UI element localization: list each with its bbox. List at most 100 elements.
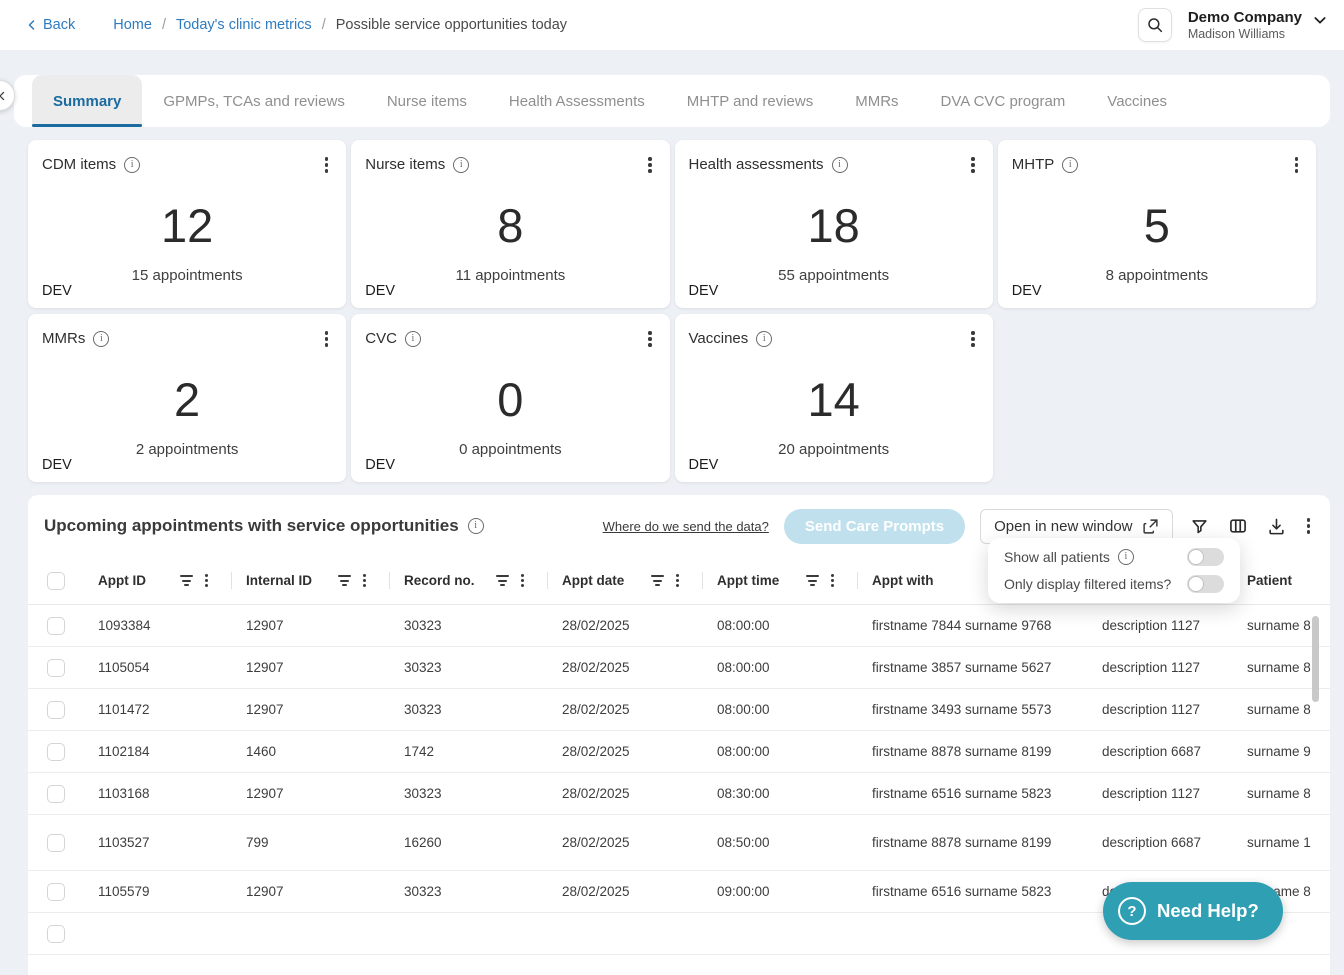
column-filter-icon[interactable]: [338, 575, 351, 586]
card-env-badge: DEV: [689, 457, 719, 473]
column-filter-icon[interactable]: [806, 575, 819, 586]
vertical-scrollbar[interactable]: [1312, 616, 1319, 702]
only-filtered-toggle[interactable]: [1187, 575, 1224, 593]
row-checkbox[interactable]: [47, 743, 65, 761]
column-label: Patient: [1247, 573, 1292, 588]
info-icon[interactable]: i: [124, 157, 140, 173]
card-options-button[interactable]: [644, 327, 656, 351]
column-menu-icon[interactable]: [205, 574, 208, 587]
columns-icon: [1228, 516, 1248, 536]
table-cell: surname 9: [1233, 744, 1330, 759]
card-options-button[interactable]: [321, 327, 333, 351]
info-icon[interactable]: i: [93, 331, 109, 347]
column-label: Appt ID: [98, 573, 146, 588]
card-subtitle: 8 appointments: [998, 267, 1316, 284]
show-all-patients-toggle[interactable]: [1187, 548, 1224, 566]
row-checkbox[interactable]: [47, 883, 65, 901]
table-cell: 30323: [390, 660, 548, 675]
close-panel-button[interactable]: [0, 80, 15, 111]
card-env-badge: DEV: [365, 283, 395, 299]
info-icon[interactable]: i: [756, 331, 772, 347]
send-care-prompts-button[interactable]: Send Care Prompts: [784, 509, 965, 544]
table-cell: 1103527: [84, 835, 232, 850]
search-button[interactable]: [1138, 8, 1172, 42]
info-icon[interactable]: i: [1062, 157, 1078, 173]
table-cell: 28/02/2025: [548, 618, 703, 633]
table-cell: 28/02/2025: [548, 835, 703, 850]
back-button[interactable]: Back: [26, 17, 75, 33]
tab-vaccines[interactable]: Vaccines: [1086, 75, 1188, 127]
only-filtered-label: Only display filtered items?: [1004, 576, 1171, 592]
column-filter-icon[interactable]: [180, 575, 193, 586]
columns-button[interactable]: [1226, 514, 1250, 538]
card-options-button[interactable]: [644, 153, 656, 177]
tab-mhtp-and-reviews[interactable]: MHTP and reviews: [666, 75, 834, 127]
filter-button[interactable]: [1188, 515, 1211, 538]
column-filter-icon[interactable]: [496, 575, 509, 586]
table-cell: surname 8: [1233, 786, 1330, 801]
breadcrumb-item-home[interactable]: Home: [113, 17, 152, 33]
row-checkbox[interactable]: [47, 617, 65, 635]
tab-nurse-items[interactable]: Nurse items: [366, 75, 488, 127]
back-label: Back: [43, 17, 75, 33]
card-env-badge: DEV: [42, 283, 72, 299]
metric-card-mhtp: MHTPi58 appointmentsDEV: [998, 140, 1316, 308]
download-button[interactable]: [1265, 515, 1288, 538]
breadcrumb: Home/Today's clinic metrics/Possible ser…: [113, 17, 567, 33]
account-menu[interactable]: Demo Company Madison Williams: [1188, 9, 1328, 42]
card-env-badge: DEV: [1012, 283, 1042, 299]
table-cell: surname 1: [1233, 835, 1330, 850]
top-bar: Back Home/Today's clinic metrics/Possibl…: [0, 0, 1344, 50]
table-cell: 08:00:00: [703, 618, 858, 633]
select-all-checkbox[interactable]: [47, 572, 65, 590]
info-icon[interactable]: i: [405, 331, 421, 347]
card-title: Health assessments: [689, 156, 824, 173]
open-new-window-label: Open in new window: [994, 518, 1132, 535]
column-menu-icon[interactable]: [831, 574, 834, 587]
column-menu-icon[interactable]: [676, 574, 679, 587]
card-value: 2: [28, 372, 346, 427]
tab-summary[interactable]: Summary: [32, 75, 142, 127]
column-menu-icon[interactable]: [363, 574, 366, 587]
column-header-patient: Patient: [1233, 557, 1330, 604]
row-checkbox[interactable]: [47, 925, 65, 943]
row-checkbox[interactable]: [47, 785, 65, 803]
card-subtitle: 20 appointments: [675, 441, 993, 458]
tab-health-assessments[interactable]: Health Assessments: [488, 75, 666, 127]
where-data-link[interactable]: Where do we send the data?: [603, 519, 769, 534]
tab-mmrs[interactable]: MMRs: [834, 75, 919, 127]
row-checkbox[interactable]: [47, 834, 65, 852]
table-more-options-button[interactable]: [1303, 514, 1315, 538]
card-options-button[interactable]: [1291, 153, 1303, 177]
tab-dva-cvc-program[interactable]: DVA CVC program: [920, 75, 1087, 127]
table-cell: 1105054: [84, 660, 232, 675]
row-checkbox[interactable]: [47, 701, 65, 719]
info-icon[interactable]: i: [1118, 549, 1134, 565]
table-cell: 08:30:00: [703, 786, 858, 801]
need-help-button[interactable]: ? Need Help?: [1103, 882, 1283, 940]
card-options-button[interactable]: [967, 327, 979, 351]
info-icon[interactable]: i: [453, 157, 469, 173]
tab-gpmps-tcas-and-reviews[interactable]: GPMPs, TCAs and reviews: [142, 75, 365, 127]
info-icon[interactable]: i: [832, 157, 848, 173]
column-menu-icon[interactable]: [521, 574, 524, 587]
card-options-button[interactable]: [967, 153, 979, 177]
breadcrumb-item-today-s-clinic-metrics[interactable]: Today's clinic metrics: [176, 17, 312, 33]
table-cell: 30323: [390, 702, 548, 717]
card-subtitle: 0 appointments: [351, 441, 669, 458]
table-row: 1101472129073032328/02/202508:00:00first…: [28, 689, 1330, 731]
table-cell: 12907: [232, 884, 390, 899]
table-cell: 28/02/2025: [548, 884, 703, 899]
column-filter-icon[interactable]: [651, 575, 664, 586]
info-icon[interactable]: i: [468, 518, 484, 534]
card-title: CVC: [365, 330, 397, 347]
row-checkbox[interactable]: [47, 659, 65, 677]
table-cell: 08:00:00: [703, 702, 858, 717]
card-options-button[interactable]: [321, 153, 333, 177]
card-value: 14: [675, 372, 993, 427]
table-cell: firstname 7844 surname 9768: [858, 618, 1088, 633]
table-cell: 12907: [232, 786, 390, 801]
table-cell: 12907: [232, 660, 390, 675]
table-row: 1103168129073032328/02/202508:30:00first…: [28, 773, 1330, 815]
display-options-popup: Show all patients i Only display filtere…: [988, 538, 1240, 603]
